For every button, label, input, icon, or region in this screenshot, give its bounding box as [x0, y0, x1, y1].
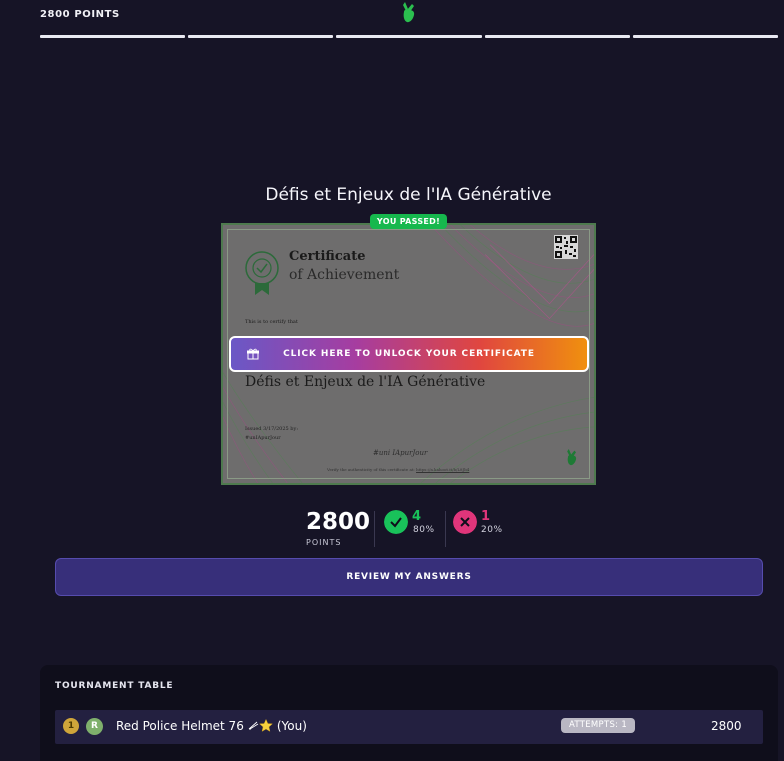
you-label: (You)	[276, 719, 307, 733]
avatar: R	[86, 718, 103, 735]
star-icon	[259, 718, 273, 732]
verified-seal-icon	[245, 251, 279, 295]
certificate-heading: Certificate of Achievement	[289, 249, 399, 283]
progress-segment	[336, 35, 482, 38]
tournament-title: TOURNAMENT TABLE	[55, 681, 174, 691]
correct-percent: 80%	[413, 525, 435, 535]
quiz-progress-bar	[40, 35, 779, 38]
points-total: 2800 POINTS	[40, 9, 120, 20]
review-answers-button[interactable]: REVIEW MY ANSWERS	[55, 558, 763, 596]
passed-badge: YOU PASSED!	[370, 214, 447, 229]
certificate-subtitle: of Achievement	[289, 267, 400, 283]
certificate-certify-text: This is to certify that	[245, 319, 298, 325]
progress-segment	[188, 35, 334, 38]
unlock-certificate-button[interactable]: CLICK HERE TO UNLOCK YOUR CERTIFICATE	[229, 336, 589, 372]
certificate-verify-link: https://a.kahoot.it/b/L8Jb4	[416, 467, 470, 472]
hand-logo-icon	[567, 449, 577, 466]
attempts-badge: ATTEMPTS: 1	[561, 718, 635, 733]
rank-medal-icon: 1	[63, 718, 79, 734]
player-name-text: Red Police Helmet 76	[116, 719, 244, 733]
incorrect-percent: 20%	[481, 525, 503, 535]
certificate-verify: Verify the authenticity of this certific…	[327, 467, 469, 472]
certificate-signature: #uni IApurJour	[373, 449, 428, 457]
stats-divider	[445, 511, 446, 547]
certificate-verify-text: Verify the authenticity of this certific…	[327, 467, 415, 472]
progress-segment	[632, 35, 779, 38]
progress-segment	[40, 35, 186, 38]
certificate-issuer: #unIApurJour	[245, 435, 281, 441]
certificate-issued: Issued 3/17/2025 by: #unIApurJour	[245, 425, 298, 443]
player-score: 2800	[711, 719, 742, 733]
stats-divider	[374, 511, 375, 547]
points-stat: 2800 POINTS	[306, 508, 370, 547]
certificate-title: Certificate	[289, 249, 366, 264]
hand-logo-icon	[403, 2, 415, 23]
quiz-title: Défis et Enjeux de l'IA Générative	[265, 185, 552, 205]
check-circle-icon	[384, 510, 408, 534]
you-indicator: (You)	[259, 718, 307, 733]
points-value: 2800	[306, 509, 371, 535]
progress-segment	[484, 35, 630, 38]
unlock-certificate-label: CLICK HERE TO UNLOCK YOUR CERTIFICATE	[283, 349, 535, 359]
table-row: 1 R Red Police Helmet 76 (You) ATTEMPTS:…	[55, 710, 763, 744]
x-circle-icon	[453, 510, 477, 534]
pencil-icon[interactable]	[248, 721, 259, 730]
incorrect-count: 1	[481, 509, 491, 524]
points-label: POINTS	[306, 538, 342, 547]
player-name: Red Police Helmet 76	[116, 719, 259, 733]
tournament-table: TOURNAMENT TABLE 1 R Red Police Helmet 7…	[40, 665, 778, 761]
certificate-issued-date: Issued 3/17/2025 by:	[245, 426, 299, 432]
correct-count: 4	[412, 509, 422, 524]
certificate-course-name: Défis et Enjeux de l'IA Générative	[245, 374, 486, 390]
qr-code-icon	[554, 235, 578, 259]
